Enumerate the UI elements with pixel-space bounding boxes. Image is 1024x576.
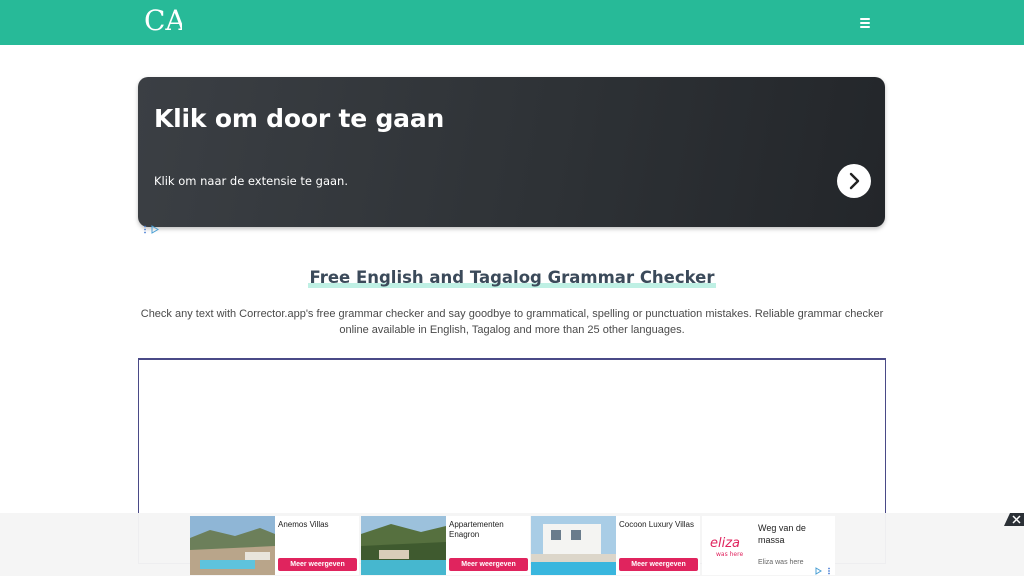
close-icon bbox=[1012, 515, 1021, 524]
ad-card-appartementen-enagron[interactable]: Appartementen Enagron Meer weergeven bbox=[361, 516, 530, 575]
ad-card-eliza-was-here[interactable]: eliza was here Weg van de massa Eliza wa… bbox=[702, 516, 835, 575]
ad-card-button[interactable]: Meer weergeven bbox=[619, 558, 698, 571]
ad-card-anemos-villas[interactable]: Anemos Villas Meer weergeven bbox=[190, 516, 359, 575]
ad-card-title: Weg van de massa bbox=[758, 523, 806, 545]
logo-letter-c: CA bbox=[144, 4, 182, 37]
adchoices-icon[interactable] bbox=[815, 567, 833, 575]
ad-banner[interactable]: Klik om door te gaan Klik om naar de ext… bbox=[138, 77, 885, 227]
ad-card-title: Appartementen Enagron bbox=[449, 520, 504, 539]
apartment-photo-image bbox=[361, 516, 446, 575]
chevron-right-icon bbox=[849, 172, 860, 190]
corrector-app-logo[interactable]: CA bbox=[142, 3, 182, 43]
intro-paragraph: Check any text with Corrector.app's free… bbox=[140, 308, 884, 336]
page-title: Free English and Tagalog Grammar Checker bbox=[308, 268, 716, 288]
ad-card-title: Anemos Villas bbox=[278, 520, 329, 529]
hamburger-menu-icon[interactable] bbox=[855, 12, 877, 34]
eliza-was-here-logo: eliza was here bbox=[710, 536, 743, 558]
ad-headline: Klik om door te gaan bbox=[154, 104, 445, 133]
luxury-villa-photo-image bbox=[531, 516, 616, 575]
adchoices-icon[interactable] bbox=[143, 225, 163, 234]
ad-subtext: Klik om naar de extensie te gaan. bbox=[154, 174, 348, 188]
ad-card-button[interactable]: Meer weergeven bbox=[449, 558, 528, 571]
ad-card-button[interactable]: Meer weergeven bbox=[278, 558, 357, 571]
ad-next-button[interactable] bbox=[837, 164, 871, 198]
villa-photo-image bbox=[190, 516, 275, 575]
ad-card-title: Cocoon Luxury Villas bbox=[619, 520, 695, 529]
page-title-wrapper: Free English and Tagalog Grammar Checker bbox=[0, 268, 1024, 288]
svg-text:eliza: eliza bbox=[710, 536, 740, 551]
svg-text:was here: was here bbox=[716, 551, 743, 558]
top-navigation-bar: CA bbox=[0, 0, 1024, 45]
ad-card-cocoon-luxury-villas[interactable]: Cocoon Luxury Villas Meer weergeven bbox=[531, 516, 700, 575]
ad-card-source: Eliza was here bbox=[758, 559, 804, 566]
